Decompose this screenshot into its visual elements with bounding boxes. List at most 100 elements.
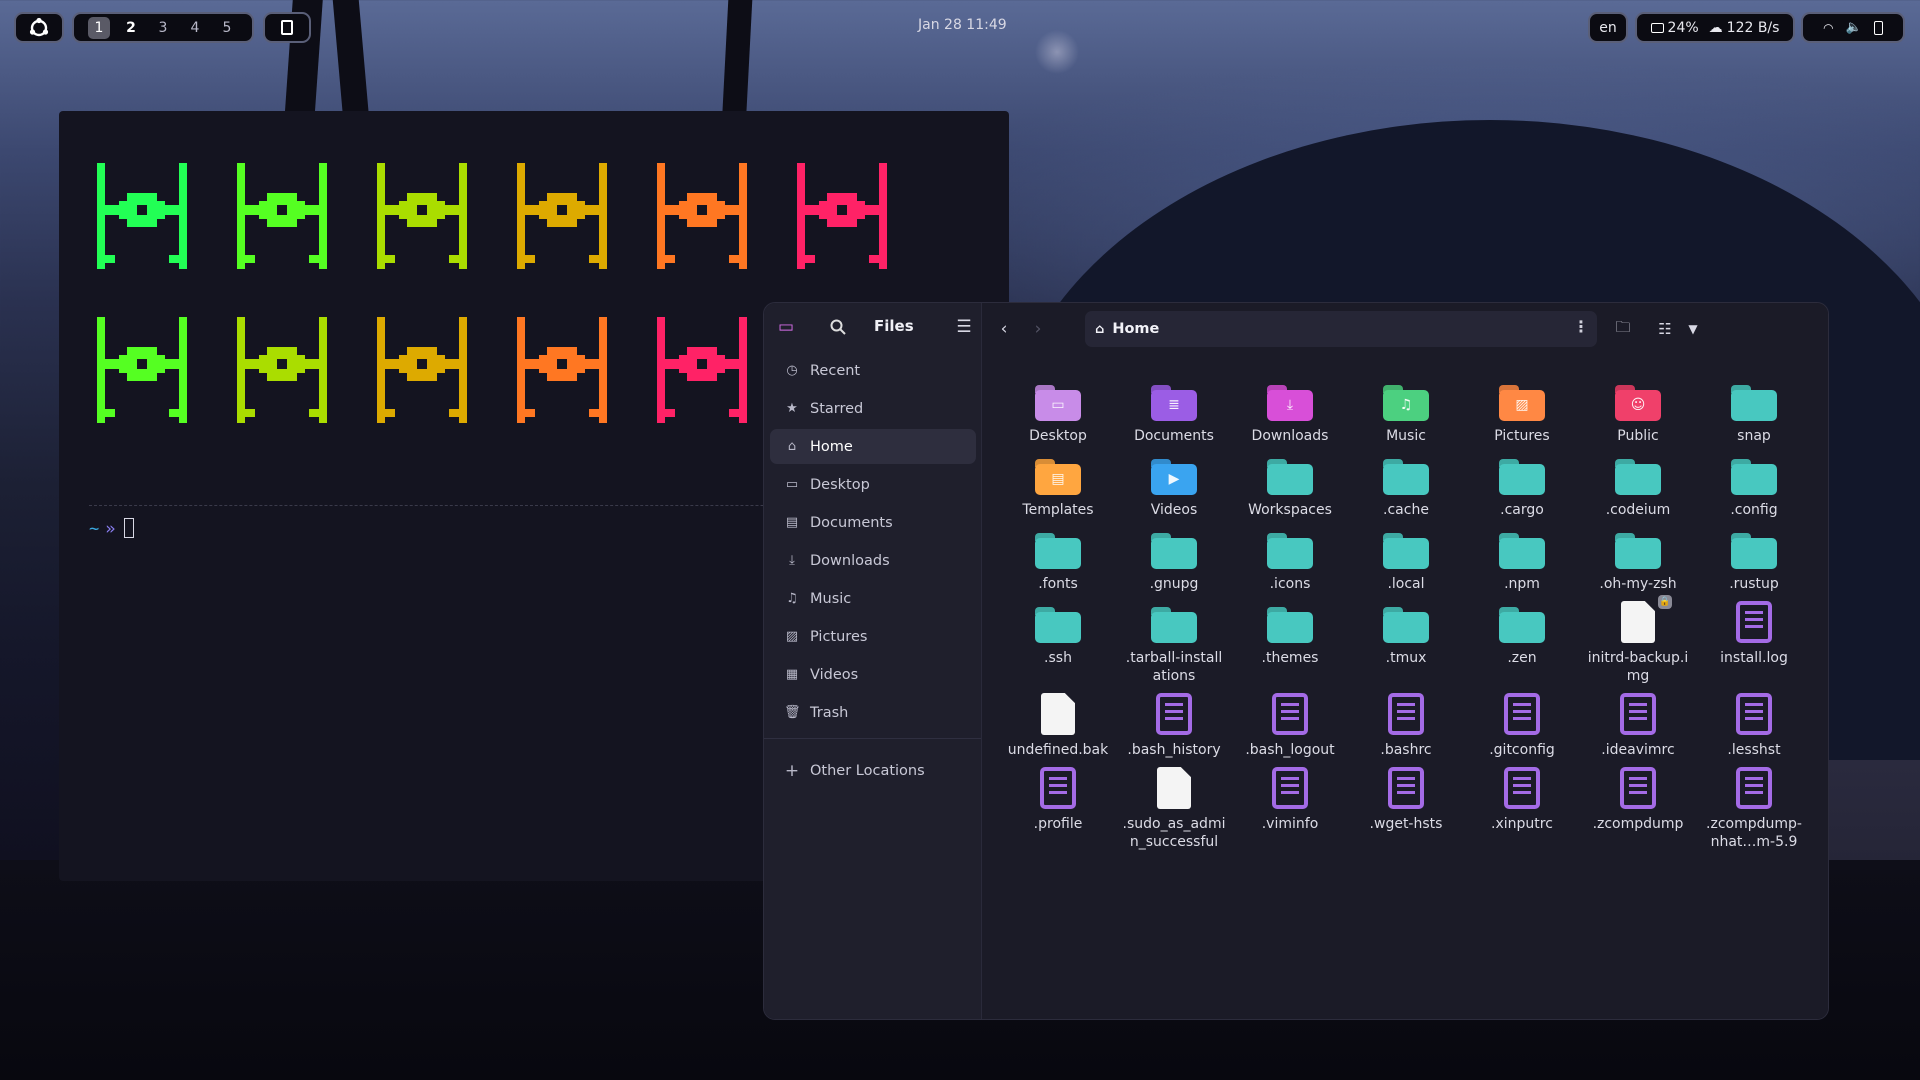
folder-item[interactable]: snap	[1696, 377, 1812, 445]
file-item[interactable]: .ideavimrc	[1580, 691, 1696, 759]
home-icon: ⌂	[1095, 321, 1105, 337]
folder-item[interactable]: .gnupg	[1116, 525, 1232, 593]
folder-shape: ♫	[1383, 385, 1429, 421]
file-name: .bash_logout	[1245, 742, 1335, 758]
path-menu-icon[interactable]: ⋮	[1573, 317, 1589, 336]
workspace-button[interactable]: 4	[184, 17, 206, 39]
file-item[interactable]: 🔒 initrd-backup.img	[1580, 595, 1696, 685]
chevron-left-icon: ‹	[1000, 319, 1008, 339]
folder-item[interactable]: ▤ Templates	[1000, 451, 1116, 519]
file-name: .rustup	[1729, 576, 1779, 592]
status-menu-button[interactable]: ◠ 🔈	[1801, 12, 1905, 43]
file-item[interactable]: .bash_history	[1116, 691, 1232, 759]
file-name: Public	[1617, 428, 1659, 444]
clock[interactable]: Jan 28 11:49	[918, 17, 1007, 33]
file-item[interactable]: .wget-hsts	[1348, 765, 1464, 851]
workspace-button[interactable]: 2	[120, 17, 142, 39]
path-bar[interactable]: ⌂ Home ⋮	[1085, 311, 1597, 347]
sidebar-item-label: Downloads	[810, 552, 890, 569]
folder-icon	[1498, 525, 1546, 569]
file-item[interactable]: .bash_logout	[1232, 691, 1348, 759]
file-name: .cargo	[1500, 502, 1544, 518]
trash-icon: 🗑	[784, 705, 801, 720]
sidebar-item-other-locations[interactable]: + Other Locations	[770, 753, 976, 788]
file-item[interactable]: install.log	[1696, 599, 1812, 685]
folder-item[interactable]: Workspaces	[1232, 451, 1348, 519]
sidebar-item-starred[interactable]: ★ Starred	[770, 391, 976, 426]
sidebar-places: ◷ Recent ★ Starred ⌂ Home ▭ Desktop ▤ Documents ⤓ D…	[770, 353, 976, 733]
workspace-button[interactable]: 1	[88, 16, 110, 39]
file-name: .gnupg	[1149, 576, 1199, 592]
new-folder-icon[interactable]: ▭	[772, 313, 800, 341]
file-name: .oh-my-zsh	[1599, 576, 1677, 592]
system-monitor[interactable]: 24% ☁ 122 B/s	[1635, 12, 1795, 43]
folder-item[interactable]: ☺ Public	[1580, 377, 1696, 445]
doc-shape	[1504, 767, 1540, 809]
file-item[interactable]: .viminfo	[1232, 765, 1348, 851]
folder-item[interactable]: .rustup	[1696, 525, 1812, 593]
sidebar-item-pictures[interactable]: ▨ Pictures	[770, 619, 976, 654]
folder-item[interactable]: .tarball-installations	[1116, 599, 1232, 685]
file-name: undefined.bak	[1007, 742, 1109, 758]
ascii-glyph	[657, 317, 747, 423]
folder-item[interactable]: .tmux	[1348, 599, 1464, 685]
folder-shape	[1267, 607, 1313, 643]
folder-item[interactable]: .icons	[1232, 525, 1348, 593]
workspace-button[interactable]: 5	[216, 17, 238, 39]
folder-item[interactable]: ▭ Desktop	[1000, 377, 1116, 445]
sidebar-item-label: Home	[810, 438, 853, 455]
folder-item[interactable]: .fonts	[1000, 525, 1116, 593]
folder-item[interactable]: ≣ Documents	[1116, 377, 1232, 445]
sidebar-divider	[764, 738, 981, 739]
sidebar-other-locations: + Other Locations	[770, 753, 976, 791]
app-menu-button[interactable]	[14, 12, 64, 43]
file-item[interactable]: .profile	[1000, 765, 1116, 851]
file-item[interactable]: .bashrc	[1348, 691, 1464, 759]
folder-item[interactable]: .cache	[1348, 451, 1464, 519]
search-button[interactable]	[824, 313, 852, 341]
file-name: Templates	[1022, 502, 1094, 518]
folder-item[interactable]: ▶ Videos	[1116, 451, 1232, 519]
sidebar-item-music[interactable]: ♫ Music	[770, 581, 976, 616]
shell-prompt[interactable]: ~»	[89, 518, 134, 539]
file-item[interactable]: .zcompdump-nhat…m-5.9	[1696, 765, 1812, 851]
sidebar-item-documents[interactable]: ▤ Documents	[770, 505, 976, 540]
folder-item[interactable]: .oh-my-zsh	[1580, 525, 1696, 593]
hamburger-icon: ☰	[956, 317, 972, 337]
new-tab-button[interactable]: 🗀	[1609, 315, 1637, 343]
folder-item[interactable]: ▨ Pictures	[1464, 377, 1580, 445]
folder-item[interactable]: .npm	[1464, 525, 1580, 593]
sidebar-item-videos[interactable]: ▦ Videos	[770, 657, 976, 692]
view-list-button[interactable]: ☷	[1651, 315, 1679, 343]
folder-item[interactable]: .codeium	[1580, 451, 1696, 519]
folder-icon: ▶	[1150, 451, 1198, 495]
file-name: Music	[1386, 428, 1426, 444]
file-item[interactable]: .zcompdump	[1580, 765, 1696, 851]
file-item[interactable]: .xinputrc	[1464, 765, 1580, 851]
view-options-button[interactable]: ▼	[1679, 315, 1707, 343]
file-item[interactable]: .gitconfig	[1464, 691, 1580, 759]
file-item[interactable]: .lesshst	[1696, 691, 1812, 759]
back-button[interactable]: ‹	[990, 315, 1018, 343]
file-item[interactable]: undefined.bak	[1000, 691, 1116, 759]
clipboard-button[interactable]	[263, 12, 311, 43]
sidebar-item-desktop[interactable]: ▭ Desktop	[770, 467, 976, 502]
folder-item[interactable]: .themes	[1232, 599, 1348, 685]
sidebar-item-recent[interactable]: ◷ Recent	[770, 353, 976, 388]
file-item[interactable]: .sudo_as_admin_successful	[1116, 765, 1232, 851]
forward-button[interactable]: ›	[1024, 315, 1052, 343]
sidebar-item-home[interactable]: ⌂ Home	[770, 429, 976, 464]
workspace-button[interactable]: 3	[152, 17, 174, 39]
folder-item[interactable]: .ssh	[1000, 599, 1116, 685]
folder-item[interactable]: ♫ Music	[1348, 377, 1464, 445]
folder-item[interactable]: .local	[1348, 525, 1464, 593]
sidebar-item-downloads[interactable]: ⤓ Downloads	[770, 543, 976, 578]
folder-item[interactable]: .zen	[1464, 599, 1580, 685]
language-indicator[interactable]: en	[1588, 12, 1628, 43]
folder-item[interactable]: ⤓ Downloads	[1232, 377, 1348, 445]
main-menu-button[interactable]: ☰	[950, 313, 978, 341]
sidebar-item-trash[interactable]: 🗑 Trash	[770, 695, 976, 730]
files-sidebar: ▭ Files ☰ ◷ Recent ★ Starred ⌂ Home ▭ Desktop ▤ D…	[764, 303, 982, 1019]
folder-item[interactable]: .config	[1696, 451, 1812, 519]
folder-item[interactable]: .cargo	[1464, 451, 1580, 519]
